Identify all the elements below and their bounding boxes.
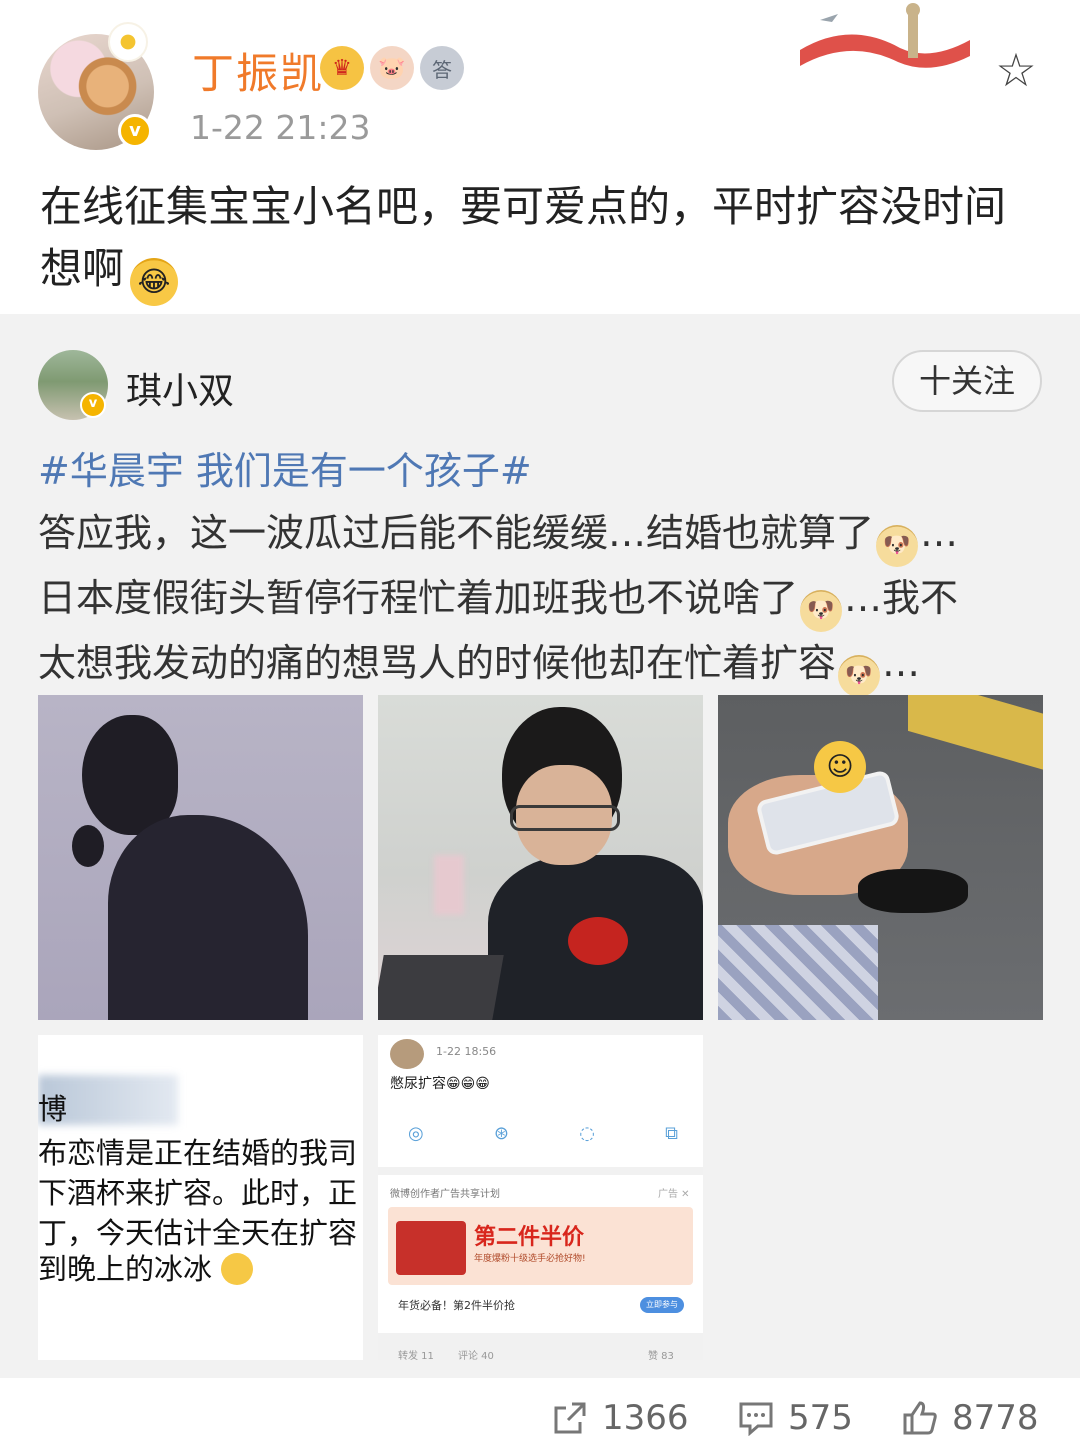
image-text-screenshot[interactable]: 博 布恋情是正在结婚的我司 下酒杯来扩容。此时，正 丁，今天估计全天在扩容 到晚… — [38, 1035, 363, 1360]
screenshot-avatar — [390, 1039, 424, 1069]
screenshot-repost-count: 转发 11 — [398, 1351, 434, 1360]
glasses-shape — [510, 805, 620, 831]
repost-line-2-end: …我不 — [844, 576, 959, 620]
follow-button[interactable]: 十关注 — [892, 350, 1042, 412]
like-button[interactable]: 8778 — [900, 1396, 1039, 1440]
image-weibo-screenshot[interactable]: 1-22 18:56 憋尿扩容😁😁😁 ◎ ⊛ ◌ ⧉ 微博创作者广告共享计划 广… — [378, 1035, 703, 1360]
screenshot-line-1: 布恋情是正在结婚的我司 — [38, 1136, 358, 1170]
share-button[interactable]: 1366 — [550, 1396, 689, 1440]
repost-line-3-end: … — [882, 641, 921, 685]
doge-emoji-icon: 🐶 — [876, 525, 919, 567]
screenshot-footer: 转发 11 评论 40 赞 83 — [378, 1333, 703, 1360]
image-man-laptop-photo[interactable] — [378, 695, 703, 1020]
silhouette-head — [82, 715, 178, 835]
post-timestamp: 1-22 21:23 — [190, 108, 371, 147]
screenshot-share-icons: ◎ ⊛ ◌ ⧉ — [408, 1123, 678, 1144]
save-icon: ⧉ — [665, 1123, 678, 1144]
comment-icon — [736, 1398, 776, 1438]
favorite-star-icon[interactable]: ☆ — [990, 44, 1042, 96]
ad-tag: 广告 ✕ — [658, 1189, 690, 1200]
silhouette-hair — [72, 825, 104, 867]
plaid-shorts-shape — [718, 925, 878, 1020]
image-grid: ☺ 博 布恋情是正在结婚的我司 下酒杯来扩容。此时，正 丁，今天估计全天在扩容 … — [38, 695, 1043, 1361]
ad-caption: 年货必备！第2件半价抢 — [398, 1299, 515, 1312]
ad-product-image — [396, 1221, 466, 1275]
user-badges: ♛ 🐷 答 — [320, 46, 464, 90]
screenshot-line-4: 到晚上的冰冰 — [38, 1252, 213, 1286]
blurred-region — [434, 855, 464, 915]
repost-line-3: 太想我发动的痛的想骂人的时候他却在忙着扩容 — [38, 641, 837, 685]
doge-emoji-icon: 🐶 — [800, 590, 843, 632]
screenshot-line-2: 下酒杯来扩容。此时，正 — [38, 1176, 358, 1210]
crown-icon[interactable]: ♛ — [320, 46, 364, 90]
hashtag-link[interactable]: #华晨宇 我们是有一个孩子# — [38, 449, 532, 493]
like-count: 8778 — [952, 1398, 1039, 1438]
comment-button[interactable]: 575 — [736, 1396, 853, 1440]
shoe-shape — [858, 869, 968, 913]
repost-line-2: 日本度假街头暂停行程忙着加班我也不说啥了 — [38, 576, 799, 620]
smile-emoji-icon — [221, 1253, 254, 1285]
screenshot-post: 1-22 18:56 憋尿扩容😁😁😁 ◎ ⊛ ◌ ⧉ — [378, 1035, 703, 1165]
repost-body: #华晨宇 我们是有一个孩子# 答应我，这一波瓜过后能不能缓缓…结婚也就算了 🐶… … — [38, 440, 1048, 697]
doge-emoji-icon: 🐶 — [838, 655, 881, 697]
repost-line-1-end: … — [920, 511, 959, 555]
repost-verified-badge-icon: v — [80, 392, 106, 418]
laughing-tears-emoji-icon: 😂 — [130, 258, 179, 306]
screenshot-like-count: 赞 83 — [648, 1351, 674, 1360]
thumbs-up-icon — [900, 1398, 940, 1438]
corsage-shape — [568, 917, 628, 965]
share-icon — [550, 1398, 590, 1438]
qq-icon: ◌ — [579, 1123, 595, 1144]
screenshot-comment-count: 评论 40 — [458, 1351, 494, 1360]
screenshot-divider — [378, 1167, 703, 1175]
verified-badge-icon: v — [118, 114, 152, 148]
image-phone-street-photo[interactable]: ☺ — [718, 695, 1043, 1020]
ad-cta-button: 立即参与 — [640, 1297, 684, 1313]
ad-banner-subtitle: 年度爆粉十级选手必抢好物! — [474, 1254, 586, 1264]
reposted-card[interactable]: v 琪小双 十关注 #华晨宇 我们是有一个孩子# 答应我，这一波瓜过后能不能缓缓… — [0, 314, 1080, 1378]
avatar-flower-decoration — [108, 22, 148, 62]
screenshot-text: 憋尿扩容😁😁😁 — [390, 1076, 490, 1092]
medal-icon[interactable]: 答 — [420, 46, 464, 90]
smiling-emoji-sticker-icon: ☺ — [814, 741, 866, 793]
repost-line-1: 答应我，这一波瓜过后能不能缓缓…结婚也就算了 — [38, 511, 875, 555]
screenshot-blur-char: 博 — [38, 1092, 68, 1126]
image-silhouette-photo[interactable] — [38, 695, 363, 1020]
pig-face-icon[interactable]: 🐷 — [370, 46, 414, 90]
wechat-icon: ◎ — [408, 1123, 424, 1144]
laptop-shape — [378, 955, 504, 1020]
screenshot-time: 1-22 18:56 — [436, 1045, 497, 1058]
silhouette-body — [108, 815, 308, 1020]
post-action-bar: 1366 575 8778 — [0, 1378, 1080, 1456]
comment-count: 575 — [788, 1398, 853, 1438]
ad-program-label: 微博创作者广告共享计划 — [390, 1189, 500, 1200]
ad-banner-title: 第二件半价 — [474, 1225, 585, 1250]
author-name[interactable]: 丁振凯 — [192, 40, 324, 101]
repost-author-name[interactable]: 琪小双 — [126, 362, 234, 414]
post-body: 在线征集宝宝小名吧，要可爱点的，平时扩容没时间想啊 😂 — [40, 176, 1040, 306]
screenshot-line-3: 丁，今天估计全天在扩容 — [38, 1216, 358, 1250]
tactile-paving-shape — [908, 695, 1043, 772]
post-body-text: 在线征集宝宝小名吧，要可爱点的，平时扩容没时间想啊 — [40, 182, 1007, 293]
festive-decoration-icon — [800, 3, 970, 68]
weibo-post: v 丁振凯 ♛ 🐷 答 1-22 21:23 ☆ 在线征集宝宝小名吧，要可爱点的… — [0, 0, 1080, 314]
share-count: 1366 — [602, 1398, 689, 1438]
moments-icon: ⊛ — [493, 1123, 510, 1144]
